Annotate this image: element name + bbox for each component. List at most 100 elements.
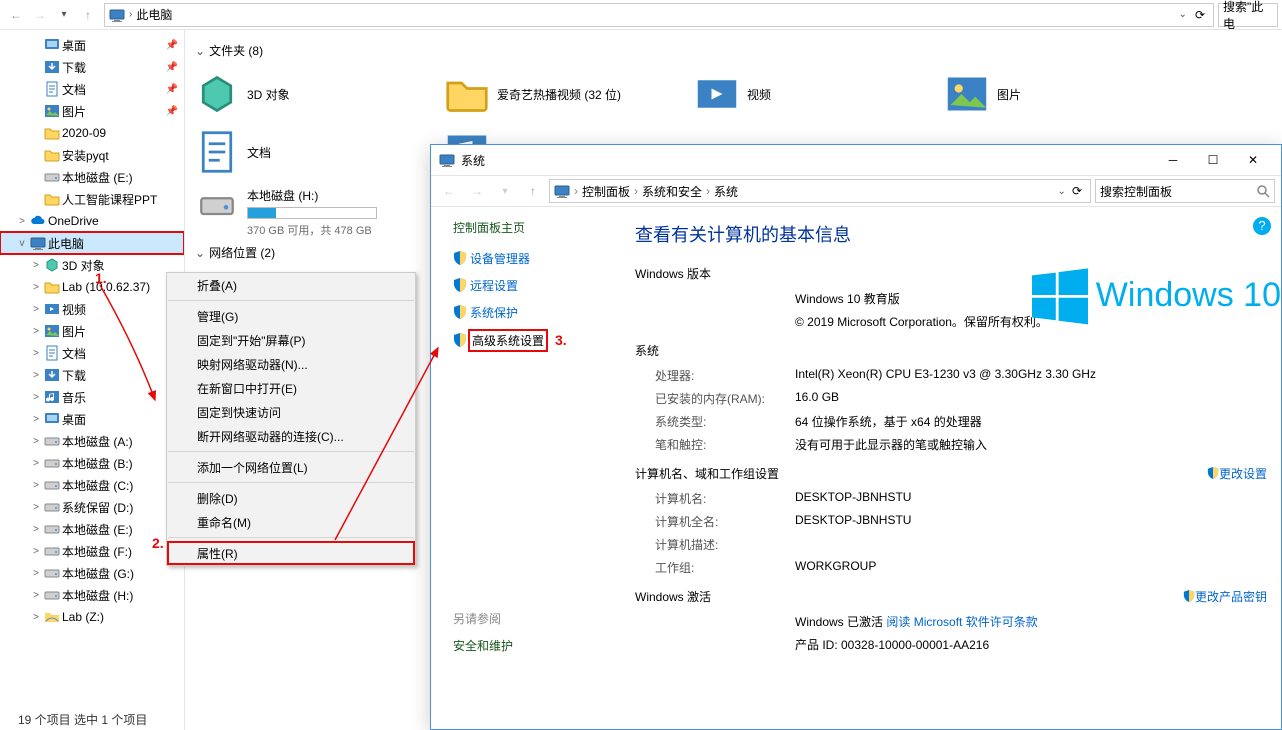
security-maintenance-link[interactable]: 安全和维护 <box>453 637 611 654</box>
search-input[interactable]: 搜索"此电 <box>1218 3 1278 27</box>
folder-item[interactable]: 文档 <box>195 125 445 179</box>
sidebar-item[interactable]: > Lab (Z:) <box>0 606 184 628</box>
sidebar-item[interactable]: > 3D 对象 <box>0 254 184 276</box>
folder-item[interactable]: 图片 <box>945 67 1195 121</box>
change-link[interactable]: 更改设置 <box>1207 465 1267 482</box>
sys-forward-button[interactable]: → <box>465 179 489 203</box>
sys-left-link[interactable]: 高级系统设置 <box>453 331 611 350</box>
sidebar-item[interactable]: > 音乐 <box>0 386 184 408</box>
expand-icon[interactable]: > <box>16 216 28 227</box>
menu-item[interactable]: 管理(G) <box>167 304 415 328</box>
sidebar-item[interactable]: 桌面 📌 <box>0 34 184 56</box>
info-value: 64 位操作系统，基于 x64 的处理器 <box>795 413 1267 430</box>
expand-icon[interactable]: > <box>30 326 42 337</box>
sidebar-item[interactable]: > OneDrive <box>0 210 184 232</box>
expand-icon[interactable]: > <box>30 458 42 469</box>
folders-section-header[interactable]: ⌄文件夹 (8) <box>195 42 1272 59</box>
menu-item[interactable]: 折叠(A) <box>167 273 415 297</box>
folder-item[interactable]: 视频 <box>695 67 945 121</box>
sys-up-button[interactable]: ↑ <box>521 179 545 203</box>
drive-icon <box>44 477 60 493</box>
info-row: 系统类型:64 位操作系统，基于 x64 的处理器 <box>655 413 1267 430</box>
expand-icon[interactable]: v <box>16 238 28 249</box>
menu-item[interactable]: 重命名(M) <box>167 510 415 534</box>
sys-left-link[interactable]: 远程设置 <box>453 277 611 294</box>
sidebar-item[interactable]: > 本地磁盘 (A:) <box>0 430 184 452</box>
expand-icon[interactable]: > <box>30 612 42 623</box>
system-titlebar[interactable]: 系统 ─ ☐ ✕ <box>431 145 1281 175</box>
expand-icon[interactable]: > <box>30 480 42 491</box>
expand-icon[interactable]: > <box>30 392 42 403</box>
expand-icon[interactable]: > <box>30 414 42 425</box>
cp-home-link[interactable]: 控制面板主页 <box>453 219 611 236</box>
search-placeholder: 搜索"此电 <box>1223 0 1273 32</box>
history-dropdown[interactable]: ▾ <box>52 3 76 27</box>
refresh-icon[interactable]: ⟳ <box>1195 8 1205 22</box>
sys-history-dropdown[interactable]: ▾ <box>493 179 517 203</box>
menu-item[interactable]: 属性(R) <box>167 541 415 565</box>
sidebar-item[interactable]: > 系统保留 (D:) <box>0 496 184 518</box>
sidebar-item[interactable]: > 桌面 <box>0 408 184 430</box>
minimize-button[interactable]: ─ <box>1153 146 1193 174</box>
forward-button[interactable]: → <box>28 3 52 27</box>
sidebar-item[interactable]: > 本地磁盘 (H:) <box>0 584 184 606</box>
menu-item[interactable]: 固定到"开始"屏幕(P) <box>167 328 415 352</box>
sidebar-item[interactable]: > 视频 <box>0 298 184 320</box>
music-icon <box>44 389 60 405</box>
sidebar-item[interactable]: > 本地磁盘 (G:) <box>0 562 184 584</box>
pic-icon <box>44 103 60 119</box>
expand-icon[interactable]: > <box>30 568 42 579</box>
menu-item[interactable]: 断开网络驱动器的连接(C)... <box>167 424 415 448</box>
address-bar[interactable]: › 此电脑 ⌄ ⟳ <box>104 3 1214 27</box>
sidebar-item[interactable]: > 下载 <box>0 364 184 386</box>
menu-item[interactable]: 删除(D) <box>167 486 415 510</box>
menu-item[interactable]: 映射网络驱动器(N)... <box>167 352 415 376</box>
drive-item[interactable]: 本地磁盘 (H:) 370 GB 可用，共 478 GB <box>195 187 405 238</box>
sidebar-item[interactable]: 安装pyqt <box>0 144 184 166</box>
sys-left-link[interactable]: 设备管理器 <box>453 250 611 267</box>
expand-icon[interactable]: > <box>30 590 42 601</box>
sidebar-item-label: 音乐 <box>62 389 86 406</box>
expand-icon[interactable]: > <box>30 524 42 535</box>
expand-icon[interactable]: > <box>30 260 42 271</box>
expand-icon[interactable]: > <box>30 436 42 447</box>
sidebar-item[interactable]: 2020-09 <box>0 122 184 144</box>
sidebar-item[interactable]: v 此电脑 <box>0 232 184 254</box>
sidebar-item[interactable]: > Lab (10.0.62.37) <box>0 276 184 298</box>
sidebar-item[interactable]: 本地磁盘 (E:) <box>0 166 184 188</box>
expand-icon[interactable]: > <box>30 370 42 381</box>
expand-icon[interactable]: > <box>30 348 42 359</box>
folder-item[interactable]: 爱奇艺热播视频 (32 位) <box>445 67 695 121</box>
sys-left-link[interactable]: 系统保护 <box>453 304 611 321</box>
menu-item[interactable]: 在新窗口中打开(E) <box>167 376 415 400</box>
info-key: 计算机全名: <box>655 513 795 530</box>
sidebar-item[interactable]: 下载 📌 <box>0 56 184 78</box>
sys-address-bar[interactable]: ›控制面板 ›系统和安全 ›系统 ⌄⟳ <box>549 179 1091 203</box>
info-key <box>655 636 795 653</box>
sidebar-item[interactable]: > 本地磁盘 (C:) <box>0 474 184 496</box>
sidebar-item[interactable]: 人工智能课程PPT <box>0 188 184 210</box>
back-button[interactable]: ← <box>4 3 28 27</box>
annotation-3: 3. <box>555 332 567 348</box>
change-link[interactable]: 更改产品密钥 <box>1183 588 1267 605</box>
sidebar-item[interactable]: > 本地磁盘 (B:) <box>0 452 184 474</box>
drive-icon <box>44 433 60 449</box>
close-button[interactable]: ✕ <box>1233 146 1273 174</box>
expand-icon[interactable]: > <box>30 282 42 293</box>
expand-icon[interactable]: > <box>30 502 42 513</box>
expand-icon[interactable]: > <box>30 546 42 557</box>
folder-item[interactable]: 3D 对象 <box>195 67 445 121</box>
sidebar-item[interactable]: > 文档 <box>0 342 184 364</box>
menu-item[interactable]: 添加一个网络位置(L) <box>167 455 415 479</box>
sys-search-input[interactable]: 搜索控制面板 <box>1095 179 1275 203</box>
expand-icon[interactable]: > <box>30 304 42 315</box>
sidebar-item[interactable]: 图片 📌 <box>0 100 184 122</box>
maximize-button[interactable]: ☐ <box>1193 146 1233 174</box>
menu-item[interactable]: 固定到快速访问 <box>167 400 415 424</box>
drive-icon <box>44 455 60 471</box>
sidebar-item[interactable]: > 图片 <box>0 320 184 342</box>
chevron-down-icon[interactable]: ⌄ <box>1179 9 1187 20</box>
sys-back-button[interactable]: ← <box>437 179 461 203</box>
up-button[interactable]: ↑ <box>76 3 100 27</box>
sidebar-item[interactable]: 文档 📌 <box>0 78 184 100</box>
